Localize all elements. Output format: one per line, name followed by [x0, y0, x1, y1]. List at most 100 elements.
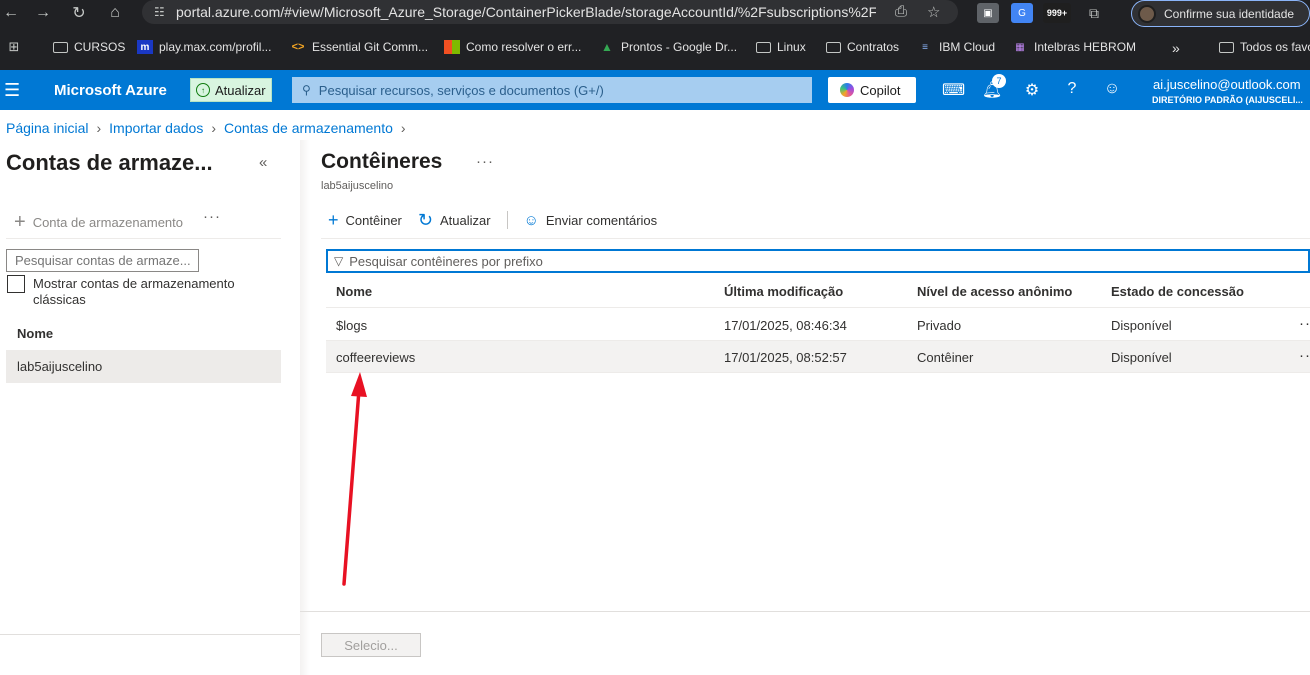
more-options-icon[interactable]: ··· — [476, 153, 494, 170]
address-bar[interactable]: ☷ portal.azure.com/#view/Microsoft_Azure… — [142, 0, 958, 24]
copilot-button[interactable]: Copilot — [828, 77, 916, 103]
feedback-icon[interactable]: ☺ — [1101, 80, 1123, 98]
extensions-puzzle-icon[interactable]: ⧉ — [1083, 3, 1105, 23]
intelbras-icon: ▦ — [1015, 41, 1025, 53]
arrow-up-circle-icon: ↑ — [196, 83, 210, 97]
divider — [6, 238, 281, 239]
copilot-icon — [840, 83, 854, 97]
extension-badge[interactable]: 999+ — [1043, 3, 1071, 23]
bookmark-contratos[interactable]: Contratos — [825, 40, 899, 54]
container-name: coffeereviews — [336, 350, 416, 365]
identity-label: Confirme sua identidade — [1164, 6, 1295, 21]
bookmark-intelbras[interactable]: ▦ Intelbras HEBROM — [1012, 40, 1136, 54]
select-button[interactable]: Selecio... — [321, 633, 421, 657]
breadcrumb-import[interactable]: Importar dados — [109, 120, 203, 136]
bookmark-ibm[interactable]: ≡ IBM Cloud — [917, 40, 995, 54]
google-drive-icon: ▲ — [601, 40, 613, 54]
ibm-icon: ≡ — [922, 41, 928, 53]
feedback-icon: ☺ — [523, 211, 539, 229]
bookmark-linux[interactable]: Linux — [755, 40, 806, 54]
url-text: portal.azure.com/#view/Microsoft_Azure_S… — [176, 4, 876, 20]
plus-icon: + — [328, 210, 339, 230]
reload-icon[interactable]: ↻ — [64, 0, 94, 26]
chevron-right-icon: › — [96, 120, 102, 136]
column-header-name[interactable]: Nome — [336, 284, 372, 299]
help-icon[interactable]: ? — [1061, 80, 1083, 98]
microsoft-icon — [444, 40, 460, 54]
table-header: Nome Última modificação Nível de acesso … — [326, 276, 1310, 308]
row-more-icon[interactable]: ··· — [1299, 347, 1310, 364]
divider — [0, 634, 300, 635]
breadcrumb-storage-accounts[interactable]: Contas de armazenamento — [224, 120, 393, 136]
plus-icon: + — [14, 211, 26, 233]
add-container-button[interactable]: + Contêiner — [328, 211, 402, 229]
column-header-modified[interactable]: Última modificação — [724, 284, 843, 299]
bookmarks-bar: ⊞ CURSOS m play.max.com/profil... <> Essen… — [0, 36, 1310, 62]
filter-funnel-icon: ▽ — [334, 254, 344, 268]
containers-subtitle: lab5aijuscelino — [321, 180, 394, 192]
forward-arrow-icon[interactable]: → — [28, 0, 58, 26]
container-lease: Disponível — [1111, 350, 1172, 365]
bookmark-drive[interactable]: ▲ Prontos - Google Dr... — [599, 40, 737, 54]
container-access: Contêiner — [917, 350, 974, 365]
table-row[interactable]: coffeereviews 17/01/2025, 08:52:57 Contê… — [326, 341, 1310, 373]
add-storage-account-button[interactable]: + Conta de armazenamento — [14, 212, 183, 232]
user-directory[interactable]: DIRETÓRIO PADRÃO (AIJUSCELI... — [1152, 95, 1303, 105]
back-arrow-icon[interactable]: ← — [0, 0, 26, 26]
profile-avatar — [1138, 4, 1156, 23]
collapse-panel-icon[interactable]: « — [259, 154, 267, 171]
bookmark-cursos[interactable]: CURSOS — [52, 40, 125, 54]
breadcrumb: Página inicial › Importar dados › Contas… — [6, 120, 414, 136]
folder-icon — [1218, 40, 1234, 54]
storage-account-row[interactable]: lab5aijuscelino — [6, 350, 281, 383]
identity-button[interactable]: Confirme sua identidade — [1131, 0, 1310, 27]
classic-accounts-label: Mostrar contas de armazenamento clássica… — [33, 276, 235, 307]
bookmark-git[interactable]: <> Essential Git Comm... — [290, 40, 428, 54]
send-feedback-button[interactable]: ☺ Enviar comentários — [524, 213, 658, 228]
column-header-access[interactable]: Nível de acesso anônimo — [917, 284, 1072, 299]
user-email[interactable]: ai.juscelino@outlook.com — [1153, 77, 1301, 92]
breadcrumb-home[interactable]: Página inicial — [6, 120, 89, 136]
refresh-button[interactable]: ↻ Atualizar — [418, 211, 491, 229]
folder-icon — [825, 40, 841, 54]
more-bookmarks[interactable]: » — [1172, 40, 1180, 56]
left-column-header[interactable]: Nome — [17, 326, 53, 341]
cloud-shell-icon[interactable]: ⌨ — [942, 80, 965, 100]
site-info-icon[interactable]: ☷ — [154, 5, 176, 19]
home-icon[interactable]: ⌂ — [100, 0, 130, 26]
search-icon: ⚲ — [302, 83, 311, 97]
storage-account-search-input[interactable] — [6, 249, 199, 272]
global-search-input[interactable]: ⚲ Pesquisar recursos, serviços e documen… — [292, 77, 812, 103]
browser-nav-row: ← → ↻ ⌂ ☷ portal.azure.com/#view/Microso… — [0, 0, 1310, 35]
footer-divider — [300, 611, 1310, 612]
bookmark-microsoft[interactable]: Como resolver o err... — [444, 40, 581, 54]
settings-gear-icon[interactable]: ⚙ — [1021, 80, 1043, 100]
container-modified: 17/01/2025, 08:46:34 — [724, 318, 847, 333]
install-app-icon[interactable]: ⎙ — [895, 3, 907, 20]
classic-accounts-checkbox[interactable] — [7, 275, 25, 293]
chevron-right-icon: › — [400, 120, 406, 136]
menu-hamburger-icon[interactable]: ☰ — [4, 80, 20, 101]
containers-title: Contêineres — [321, 150, 443, 173]
left-panel-title: Contas de armaze... — [6, 150, 213, 175]
extension-1-icon[interactable]: ▣ — [977, 3, 999, 23]
column-header-lease[interactable]: Estado de concessão — [1111, 284, 1244, 299]
bookmark-star-icon[interactable]: ☆ — [927, 3, 940, 21]
chevron-right-icon: › — [211, 120, 217, 136]
more-options-icon[interactable]: ··· — [203, 208, 221, 225]
browser-chrome: ← → ↻ ⌂ ☷ portal.azure.com/#view/Microso… — [0, 0, 1310, 70]
table-row[interactable]: $logs 17/01/2025, 08:46:34 Privado Dispo… — [326, 309, 1310, 341]
update-button[interactable]: ↑ Atualizar — [190, 78, 272, 102]
container-filter-input[interactable]: ▽ Pesquisar contêineres por prefixo — [326, 249, 1310, 273]
row-more-icon[interactable]: ··· — [1299, 315, 1310, 332]
notification-badge: 7 — [992, 74, 1006, 88]
bookmark-max[interactable]: m play.max.com/profil... — [137, 40, 271, 54]
azure-top-bar: ☰ Microsoft Azure ↑ Atualizar ⚲ Pesquisa… — [0, 70, 1310, 110]
container-lease: Disponível — [1111, 318, 1172, 333]
apps-grid-icon[interactable]: ⊞ — [6, 39, 28, 54]
bookmark-all[interactable]: Todos os favo — [1218, 40, 1310, 54]
containers-toolbar: + Contêiner ↻ Atualizar ☺ Enviar comentá… — [328, 211, 673, 229]
google-translate-icon[interactable]: G — [1011, 3, 1033, 23]
toolbar-divider — [506, 211, 508, 229]
brand-title[interactable]: Microsoft Azure — [54, 82, 167, 99]
